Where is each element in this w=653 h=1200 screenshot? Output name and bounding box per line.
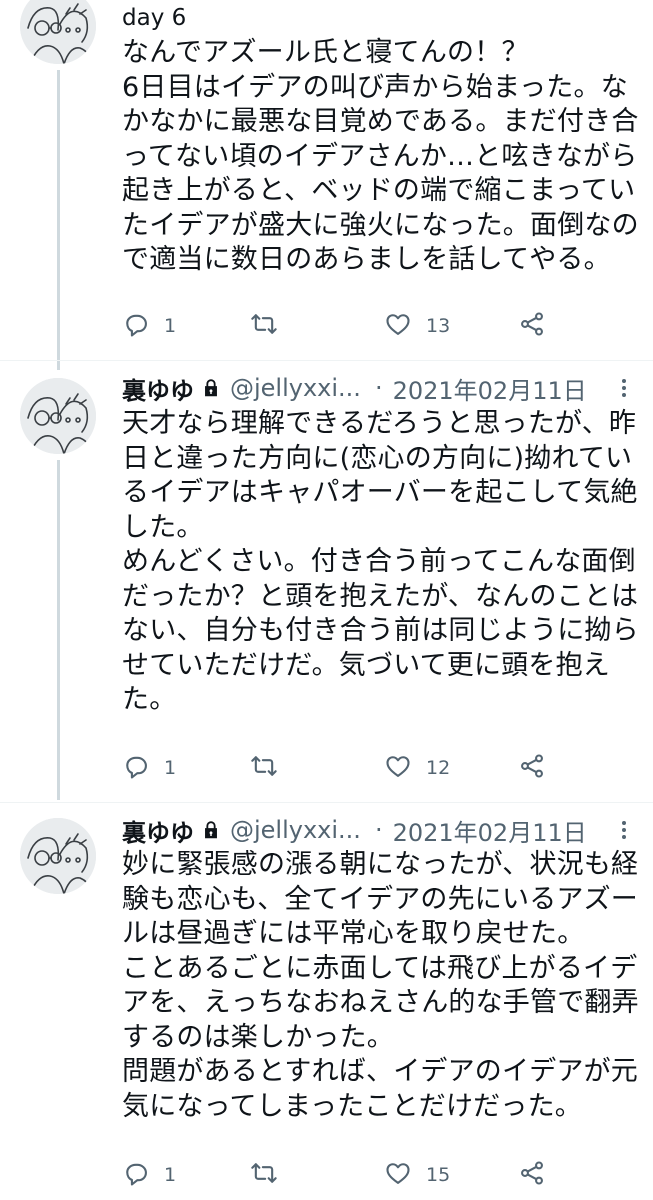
avatar-drawing-icon <box>20 378 96 454</box>
share-icon <box>518 752 546 785</box>
share-icon <box>518 1159 546 1192</box>
tweet-text: 天才なら理解できるだろうと思ったが、昨日と違った方向に(恋心の方向に)拗れている… <box>122 408 639 715</box>
share-button[interactable] <box>518 306 546 346</box>
like-count: 12 <box>426 757 451 779</box>
reply-icon <box>122 752 150 785</box>
retweet-button[interactable] <box>250 1155 292 1195</box>
heart-icon <box>384 310 412 343</box>
tweet-date[interactable]: 2021年02月11日 <box>393 371 587 406</box>
avatar-drawing-icon <box>20 818 96 894</box>
user-handle[interactable]: @jellyxxi... <box>230 816 361 844</box>
lock-icon <box>200 819 222 841</box>
reply-count: 1 <box>164 757 177 779</box>
like-button[interactable]: 12 <box>384 748 450 788</box>
more-icon <box>622 821 626 839</box>
tweet-text: なんでアズール氏と寝てんの！？ 6日目はイデアの叫び声から始まった。なかなかに最… <box>122 37 639 275</box>
header-text: day 6 <box>122 5 187 31</box>
tweet-header: 裏ゆゆ @jellyxxi... · 2021年02月11日 <box>122 810 587 850</box>
reply-count: 1 <box>164 315 177 337</box>
tweet-date[interactable]: 2021年02月11日 <box>393 813 587 848</box>
heart-icon <box>384 1159 412 1192</box>
share-icon <box>518 310 546 343</box>
divider <box>0 802 653 803</box>
display-name[interactable]: 裏ゆゆ <box>122 813 194 848</box>
retweet-icon <box>250 1159 278 1192</box>
tweet-actions: 1 13 <box>122 306 622 346</box>
more-icon <box>622 379 626 397</box>
reply-button[interactable]: 1 <box>122 1155 176 1195</box>
display-name[interactable]: 裏ゆゆ <box>122 371 194 406</box>
tweet-actions: 1 12 <box>122 748 622 788</box>
reply-button[interactable]: 1 <box>122 306 176 346</box>
tweet-actions: 1 15 <box>122 1155 622 1195</box>
avatar[interactable] <box>20 818 96 894</box>
reply-count: 1 <box>164 1164 177 1186</box>
avatar[interactable] <box>20 0 96 64</box>
separator-dot: · <box>374 374 383 402</box>
retweet-button[interactable] <box>250 306 292 346</box>
separator-dot: · <box>374 816 383 844</box>
retweet-icon <box>250 310 278 343</box>
divider <box>0 360 653 361</box>
thread-line <box>57 70 60 370</box>
share-button[interactable] <box>518 748 546 788</box>
more-button[interactable] <box>606 370 642 406</box>
retweet-button[interactable] <box>250 748 292 788</box>
reply-button[interactable]: 1 <box>122 748 176 788</box>
lock-icon <box>200 377 222 399</box>
avatar-drawing-icon <box>20 0 96 64</box>
thread-line <box>57 460 60 800</box>
more-button[interactable] <box>606 812 642 848</box>
like-button[interactable]: 13 <box>384 306 450 346</box>
like-count: 15 <box>426 1164 451 1186</box>
tweet-text: 妙に緊張感の漲る朝になったが、状況も経験も恋心も、全てイデアの先にいるアズールは… <box>122 849 639 1122</box>
like-count: 13 <box>426 315 451 337</box>
heart-icon <box>384 752 412 785</box>
tweet-header: 裏ゆゆ @jellyxxi... · 2021年02月11日 <box>122 368 587 408</box>
retweet-icon <box>250 752 278 785</box>
reply-icon <box>122 1159 150 1192</box>
avatar[interactable] <box>20 378 96 454</box>
reply-icon <box>122 310 150 343</box>
like-button[interactable]: 15 <box>384 1155 450 1195</box>
user-handle[interactable]: @jellyxxi... <box>230 374 361 402</box>
share-button[interactable] <box>518 1155 546 1195</box>
tweet-header: day 6 <box>122 0 186 36</box>
